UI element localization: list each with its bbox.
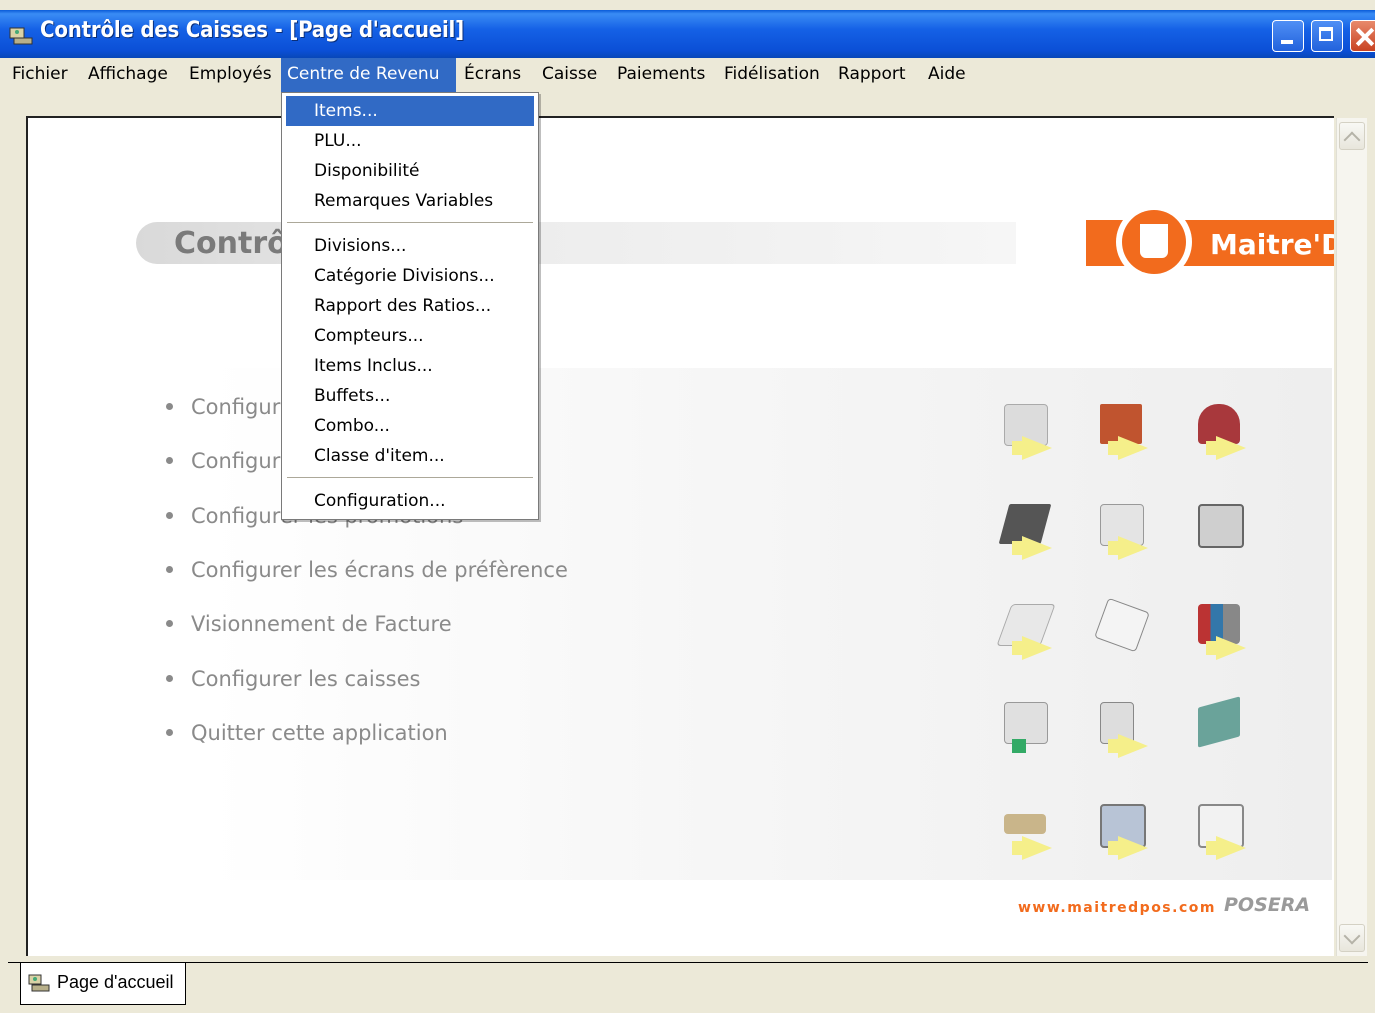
- register-icon[interactable]: [994, 398, 1066, 468]
- menu-item-combo[interactable]: Combo...: [286, 411, 534, 441]
- laptop-network-icon[interactable]: [994, 498, 1066, 568]
- printer-icon[interactable]: [1090, 498, 1162, 568]
- link-configure-1[interactable]: Configur: [166, 392, 280, 422]
- menu-item-items[interactable]: Items...: [286, 96, 534, 126]
- bullet-icon: [166, 619, 173, 627]
- server-network-icon[interactable]: [1090, 696, 1162, 766]
- house-icon[interactable]: [1090, 398, 1162, 468]
- window-title: Contrôle des Caisses - [Page d'accueil]: [40, 18, 464, 43]
- menu-item-divisions[interactable]: Divisions...: [286, 231, 534, 261]
- link-label: Configur: [191, 395, 281, 419]
- receipt-printer-icon[interactable]: [994, 598, 1066, 668]
- menu-paiements[interactable]: Paiements: [611, 58, 711, 92]
- link-configure-2[interactable]: Configur: [166, 446, 280, 476]
- menu-bar: Fichier Affichage Employés Centre de Rev…: [0, 58, 1375, 92]
- menu-item-items-inclus[interactable]: Items Inclus...: [286, 351, 534, 381]
- menu-fichier[interactable]: Fichier: [6, 58, 74, 92]
- menu-item-compteurs[interactable]: Compteurs...: [286, 321, 534, 351]
- app-icon[interactable]: [8, 24, 34, 46]
- device-network-icon[interactable]: [1188, 696, 1260, 766]
- menu-ecrans[interactable]: Écrans: [458, 58, 527, 92]
- menu-item-categorie-divisions[interactable]: Catégorie Divisions...: [286, 261, 534, 291]
- app-icon: [28, 974, 50, 992]
- link-label: Quitter cette application: [191, 721, 448, 745]
- menu-item-disponibilite[interactable]: Disponibilité: [286, 156, 534, 186]
- scroll-down-icon[interactable]: [1339, 924, 1365, 952]
- bullet-icon: [166, 565, 173, 573]
- menu-item-configuration[interactable]: Configuration...: [286, 486, 534, 516]
- menu-affichage[interactable]: Affichage: [82, 58, 174, 92]
- scroll-up-icon[interactable]: [1339, 122, 1365, 150]
- menu-item-buffets[interactable]: Buffets...: [286, 381, 534, 411]
- link-configure-screens[interactable]: Configurer les écrans de préfèrence: [166, 555, 568, 585]
- bullet-icon: [166, 674, 173, 682]
- menu-item-plu[interactable]: PLU...: [286, 126, 534, 156]
- close-icon[interactable]: [1350, 20, 1375, 52]
- link-label: Visionnement de Facture: [191, 612, 452, 636]
- menu-caisse[interactable]: Caisse: [536, 58, 603, 92]
- clock-monitor-icon[interactable]: [1188, 498, 1260, 568]
- card-reader-icon[interactable]: [994, 696, 1066, 766]
- documents-icon[interactable]: [1090, 597, 1162, 668]
- waiter-icon: [1140, 224, 1168, 258]
- tab-page-accueil[interactable]: Page d'accueil: [20, 963, 186, 1005]
- bullet-icon: [166, 402, 173, 410]
- wine-bottle-icon[interactable]: [1188, 398, 1260, 468]
- centre-de-revenu-dropdown: Items... PLU... Disponibilité Remarques …: [281, 92, 539, 520]
- menu-aide[interactable]: Aide: [922, 58, 972, 92]
- brand-name: Maitre'D: [1210, 228, 1334, 261]
- maximize-icon[interactable]: [1311, 20, 1343, 52]
- monitor-network-icon[interactable]: [1090, 798, 1162, 868]
- home-page: Contrô Maitre'D Configur Configur Config…: [26, 116, 1334, 956]
- vertical-scrollbar[interactable]: [1336, 118, 1367, 956]
- menu-rapport[interactable]: Rapport: [832, 58, 912, 92]
- posera-logo: POSERA: [1224, 894, 1311, 916]
- minimize-icon[interactable]: [1272, 20, 1304, 52]
- display-icon[interactable]: [1188, 798, 1260, 868]
- link-configure-registers[interactable]: Configurer les caisses: [166, 664, 420, 694]
- website-link[interactable]: www.maitredpos.com: [1018, 900, 1216, 916]
- mdi-tab-bar: [8, 962, 1368, 1011]
- menu-separator: [287, 222, 533, 223]
- menu-separator: [287, 477, 533, 478]
- title-bar[interactable]: Contrôle des Caisses - [Page d'accueil]: [0, 10, 1375, 58]
- page-title: Contrô: [174, 226, 288, 261]
- link-invoice-viewer[interactable]: Visionnement de Facture: [166, 609, 452, 639]
- link-label: Configur: [191, 449, 281, 473]
- menu-item-remarques-variables[interactable]: Remarques Variables: [286, 186, 534, 216]
- menu-employes[interactable]: Employés: [183, 58, 278, 92]
- link-quit-application[interactable]: Quitter cette application: [166, 718, 448, 748]
- tab-label: Page d'accueil: [57, 972, 174, 992]
- table-icon[interactable]: [994, 798, 1066, 868]
- menu-fidelisation[interactable]: Fidélisation: [718, 58, 826, 92]
- bullet-icon: [166, 511, 173, 519]
- bullet-icon: [166, 728, 173, 736]
- books-icon[interactable]: [1188, 598, 1260, 668]
- menu-item-rapport-des-ratios[interactable]: Rapport des Ratios...: [286, 291, 534, 321]
- link-label: Configurer les caisses: [191, 667, 421, 691]
- bullet-icon: [166, 456, 173, 464]
- menu-centre-de-revenu[interactable]: Centre de Revenu: [281, 58, 456, 92]
- link-label: Configurer les écrans de préfèrence: [191, 558, 568, 582]
- menu-item-classe-item[interactable]: Classe d'item...: [286, 441, 534, 471]
